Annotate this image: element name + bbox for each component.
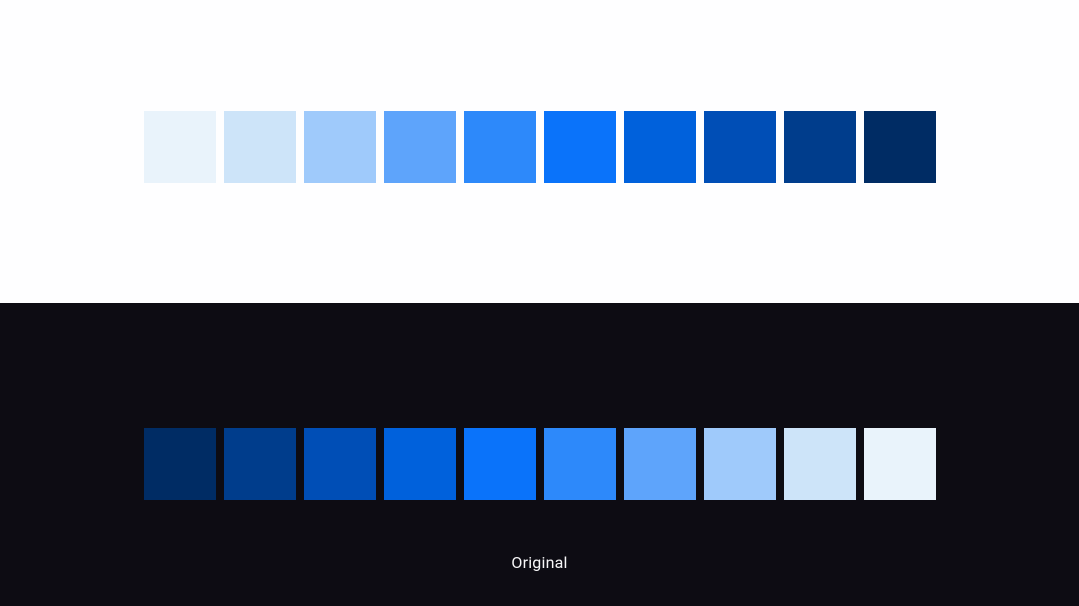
- swatch-light-4: [464, 111, 536, 183]
- swatch-light-1: [224, 111, 296, 183]
- swatch-light-3: [384, 111, 456, 183]
- swatch-dark-4: [464, 428, 536, 500]
- swatch-dark-0: [144, 428, 216, 500]
- caption-label: Original: [511, 553, 567, 572]
- swatch-dark-7: [704, 428, 776, 500]
- swatch-dark-8: [784, 428, 856, 500]
- light-swatch-row: [144, 111, 936, 183]
- swatch-light-5: [544, 111, 616, 183]
- swatch-light-8: [784, 111, 856, 183]
- swatch-dark-5: [544, 428, 616, 500]
- swatch-light-9: [864, 111, 936, 183]
- swatch-dark-2: [304, 428, 376, 500]
- swatch-light-7: [704, 111, 776, 183]
- swatch-dark-1: [224, 428, 296, 500]
- swatch-dark-3: [384, 428, 456, 500]
- swatch-light-0: [144, 111, 216, 183]
- swatch-dark-6: [624, 428, 696, 500]
- dark-panel: Original: [0, 303, 1079, 606]
- swatch-light-2: [304, 111, 376, 183]
- light-panel: [0, 0, 1079, 303]
- swatch-light-6: [624, 111, 696, 183]
- swatch-dark-9: [864, 428, 936, 500]
- dark-swatch-row: [144, 428, 936, 500]
